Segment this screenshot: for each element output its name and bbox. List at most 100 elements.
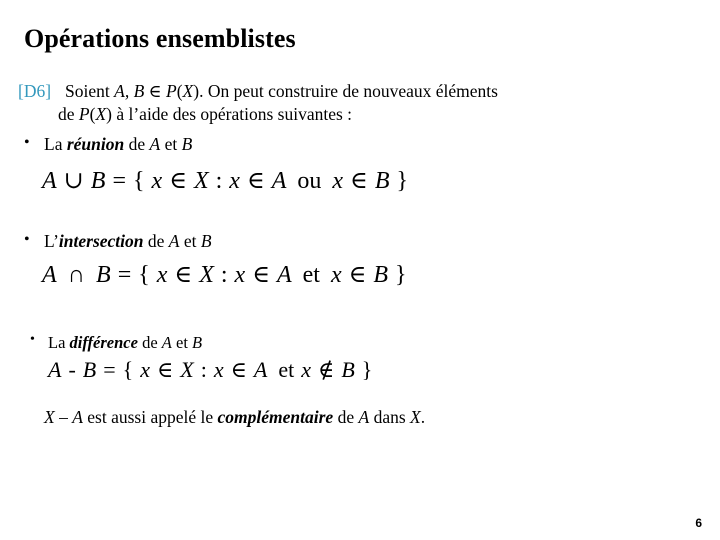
item-label-et-3: et xyxy=(171,333,193,352)
bullet-dot-icon: • xyxy=(24,231,30,249)
diff-set-b: B xyxy=(341,357,355,383)
element-of-icon: ∈ xyxy=(156,357,174,383)
definition-tag: [D6] xyxy=(18,81,52,101)
definition-text-3: de xyxy=(58,103,79,124)
inter-lhs-b: B xyxy=(96,262,111,288)
diff-universe: X xyxy=(180,357,194,383)
union-universe: X xyxy=(193,168,209,195)
item-label-prefix-3: La xyxy=(48,333,70,352)
list-item: • L’intersection de A et B xyxy=(18,230,702,253)
item-label-prefix-2: L’ xyxy=(44,231,59,252)
item-label-de-3: de xyxy=(137,333,162,352)
item-label-de-2: de xyxy=(143,231,169,252)
inter-open-brace: { xyxy=(138,262,150,288)
definition-var-x: X xyxy=(182,81,194,101)
inter-elem-2: x xyxy=(234,262,246,288)
inter-set-b: B xyxy=(373,262,389,288)
union-elem: x xyxy=(151,168,163,195)
definition-line-2: de P(X) à l’aide des opérations suivante… xyxy=(18,103,702,126)
intersection-operator-icon: ∩ xyxy=(67,262,86,288)
union-colon: : xyxy=(215,168,223,195)
definition-var-x-2: X xyxy=(95,103,107,124)
inter-connector: et xyxy=(302,262,320,288)
element-of-icon: ∈ xyxy=(252,262,270,288)
page-number: 6 xyxy=(695,516,702,530)
inter-colon: : xyxy=(220,262,228,288)
slide-canvas: Opérations ensemblistes [D6] Soient A, B … xyxy=(0,0,720,540)
element-of-icon: ∈ xyxy=(350,168,368,195)
diff-lhs-b: B xyxy=(82,357,97,383)
union-close-brace: } xyxy=(396,168,409,195)
definition-line-1: [D6] Soient A, B ∈ P(X). On peut construi… xyxy=(18,80,702,103)
item-term-difference: différence xyxy=(69,333,138,352)
diff-close-brace: } xyxy=(361,357,373,383)
inter-set-a: A xyxy=(276,262,292,288)
inter-elem: x xyxy=(156,262,168,288)
note-var-x-2: X xyxy=(410,406,421,427)
inter-universe: X xyxy=(199,262,214,288)
union-lhs-b: B xyxy=(90,168,106,195)
minus-operator-icon: - xyxy=(68,357,76,383)
diff-set-a: A xyxy=(253,357,268,383)
not-element-of-icon: ∉ xyxy=(318,357,335,383)
bullet-dot-icon: • xyxy=(24,133,30,151)
item-var-a: A xyxy=(149,133,161,154)
item-label-et: et xyxy=(160,133,182,154)
union-elem-3: x xyxy=(332,168,344,195)
element-of-icon: ∈ xyxy=(230,357,247,383)
note-var-x: X xyxy=(44,406,55,427)
formula-intersection: A ∩ B ={x ∈ X: x ∈ Aet x ∈ B} xyxy=(18,260,702,290)
note-term-complementaire: complémentaire xyxy=(217,406,334,427)
item-label-prefix: La xyxy=(44,133,67,154)
page-title: Opérations ensemblistes xyxy=(24,24,296,53)
slide-body: [D6] Soient A, B ∈ P(X). On peut construi… xyxy=(18,80,702,429)
element-of-icon: ∈ xyxy=(174,262,193,288)
bullet-dot-icon: • xyxy=(30,332,35,347)
definition-text-4: ) à l’aide des opérations suivantes : xyxy=(106,103,353,124)
element-of-icon: ∈ xyxy=(246,168,265,195)
union-equals: = xyxy=(112,168,126,195)
item-var-a-2: A xyxy=(168,231,180,252)
diff-elem-3: x xyxy=(301,357,312,383)
item-term-intersection: intersection xyxy=(58,231,144,252)
definition-text-2: ). On peut construire de nouveaux élémen… xyxy=(193,81,498,101)
diff-connector: et xyxy=(278,357,295,383)
definition-paragraph: [D6] Soient A, B ∈ P(X). On peut construi… xyxy=(18,80,702,126)
item-label-de: de xyxy=(124,133,150,154)
inter-lhs-a: A xyxy=(42,262,57,288)
item-term-reunion: réunion xyxy=(66,133,125,154)
note-var-a: A xyxy=(72,406,83,427)
inter-equals: = xyxy=(117,262,132,288)
element-of-icon: ∈ xyxy=(348,262,367,288)
note-text-3: dans xyxy=(369,406,411,427)
diff-open-brace: { xyxy=(122,357,134,383)
item-var-b-3: B xyxy=(192,333,203,352)
definition-text-1: Soient xyxy=(65,81,115,101)
item-var-b: B xyxy=(181,133,193,154)
union-operator-icon: ∪ xyxy=(63,168,84,195)
list-item: • La réunion de A et B xyxy=(18,133,702,156)
list-item: • La différence de A et B xyxy=(18,332,702,353)
note-period: . xyxy=(420,406,426,427)
diff-colon: : xyxy=(200,357,207,383)
note-dash: – xyxy=(54,406,73,427)
diff-elem: x xyxy=(140,357,150,383)
element-of-icon: ∈ xyxy=(169,168,187,195)
union-elem-2: x xyxy=(229,168,240,195)
diff-elem-2: x xyxy=(213,357,224,383)
union-set-b: B xyxy=(374,168,390,195)
diff-equals: = xyxy=(103,357,116,383)
union-set-a: A xyxy=(271,168,287,195)
definition-var-ab: A, B xyxy=(114,81,145,101)
formula-union: A ∪ B ={x ∈ X: x ∈ Aou x ∈ B} xyxy=(18,166,702,196)
union-connector: ou xyxy=(297,168,322,195)
note-var-a-2: A xyxy=(358,406,370,427)
inter-elem-3: x xyxy=(330,262,342,288)
complement-note: X – A est aussi appelé le complémentaire… xyxy=(18,406,702,429)
note-text-2: de xyxy=(333,406,359,427)
item-label-et-2: et xyxy=(179,231,201,252)
item-var-a-3: A xyxy=(161,333,172,352)
inter-close-brace: } xyxy=(395,262,407,288)
note-text-1: est aussi appelé le xyxy=(82,406,218,427)
union-open-brace: { xyxy=(133,168,145,195)
